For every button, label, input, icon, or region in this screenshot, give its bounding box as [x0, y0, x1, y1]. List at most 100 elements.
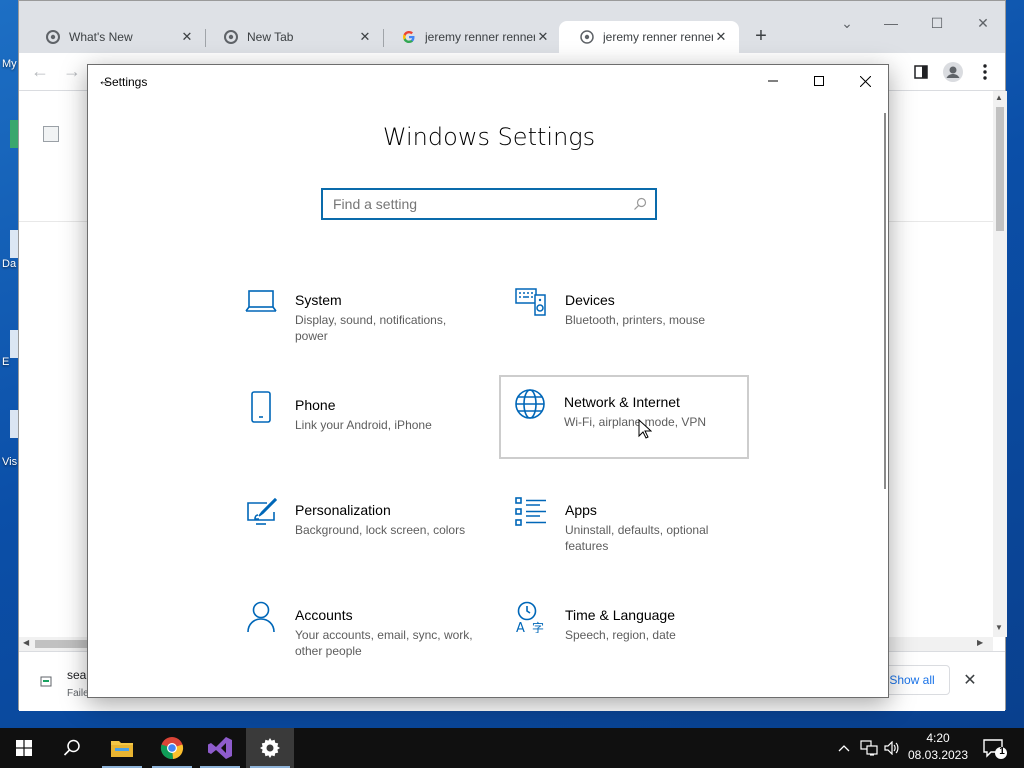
tab-close-icon[interactable]: ✕ [179, 29, 195, 45]
category-personalization[interactable]: Personalization Background, lock screen,… [230, 483, 480, 567]
tab-title: What's New [69, 30, 133, 44]
tab-active-search[interactable]: jeremy renner renner ✕ [559, 21, 739, 53]
notification-count-badge: 1 [999, 746, 1005, 757]
maximize-icon[interactable] [796, 65, 842, 97]
forward-icon[interactable]: → [61, 61, 83, 83]
download-status: Faile [67, 688, 89, 699]
svg-text:A: A [516, 621, 525, 633]
category-network-internet[interactable]: Network & Internet Wi-Fi, airplane mode,… [499, 375, 749, 459]
chrome-icon [223, 29, 239, 45]
tab-close-icon[interactable]: ✕ [357, 29, 373, 45]
desktop-label-4[interactable]: Vis [2, 456, 17, 468]
person-icon [244, 600, 278, 634]
tab-google-search[interactable]: jeremy renner renner ✕ [381, 21, 561, 53]
search-box[interactable] [321, 188, 657, 220]
search-icon [634, 197, 647, 210]
category-apps[interactable]: Apps Uninstall, defaults, optional featu… [500, 483, 750, 567]
category-devices[interactable]: Devices Bluetooth, printers, mouse [500, 273, 750, 357]
volume-icon[interactable] [882, 728, 902, 768]
scroll-down-arrow-icon[interactable]: ▼ [995, 623, 1003, 632]
settings-scrollbar[interactable] [884, 113, 886, 489]
search-input[interactable] [323, 190, 655, 218]
chrome-taskbar-button[interactable] [148, 728, 196, 768]
vertical-scrollbar[interactable]: ▲ ▼ [993, 91, 1007, 637]
start-button[interactable] [0, 728, 48, 768]
category-description: Display, sound, notifications, power [295, 313, 447, 343]
menu-kebab-icon[interactable] [975, 62, 995, 82]
category-name: Devices [565, 292, 615, 308]
network-icon[interactable] [858, 728, 880, 768]
new-tab-button[interactable]: + [749, 25, 773, 49]
settings-taskbar-button[interactable] [246, 728, 294, 768]
category-description: Your accounts, email, sync, work, other … [295, 628, 473, 658]
time-language-icon: A字 [514, 600, 548, 634]
chrome-icon [160, 737, 184, 760]
gear-icon [260, 738, 280, 758]
windows-logo-icon [16, 740, 32, 756]
taskbar: 4:20 08.03.2023 1 [0, 728, 1024, 768]
scroll-up-arrow-icon[interactable]: ▲ [995, 93, 1003, 102]
category-description: Wi-Fi, airplane mode, VPN [564, 415, 707, 429]
category-name: Time & Language [565, 607, 675, 623]
category-description: Link your Android, iPhone [295, 418, 432, 432]
close-icon[interactable] [842, 65, 888, 97]
tab-close-icon[interactable]: ✕ [535, 29, 551, 45]
category-phone[interactable]: Phone Link your Android, iPhone [230, 378, 480, 462]
minimize-icon[interactable] [750, 65, 796, 97]
apps-list-icon [514, 495, 548, 529]
laptop-icon [244, 285, 278, 319]
category-description: Background, lock screen, colors [295, 523, 466, 537]
google-icon [401, 29, 417, 45]
category-system[interactable]: System Display, sound, notifications, po… [230, 273, 480, 357]
scroll-left-arrow-icon[interactable]: ◀ [23, 638, 29, 647]
window-title: Settings [104, 75, 148, 89]
taskbar-clock[interactable]: 4:20 08.03.2023 [900, 730, 976, 766]
category-name: Personalization [295, 502, 391, 518]
category-accounts[interactable]: Accounts Your accounts, email, sync, wor… [230, 588, 480, 672]
tab-close-icon[interactable]: ✕ [713, 29, 729, 45]
clock-date: 08.03.2023 [907, 748, 969, 762]
tab-whats-new[interactable]: What's New ✕ [25, 21, 205, 53]
tab-title: jeremy renner renner [425, 30, 535, 44]
action-center-button[interactable]: 1 [980, 734, 1008, 762]
close-download-shelf-icon[interactable]: ✕ [960, 670, 980, 690]
tab-search-icon[interactable]: ⌄ [835, 15, 859, 35]
clock-time: 4:20 [926, 731, 950, 745]
show-hidden-icons-chevron-icon[interactable] [836, 728, 852, 768]
search-icon [63, 739, 80, 756]
globe-icon [579, 29, 595, 45]
profile-avatar-icon[interactable] [943, 62, 963, 82]
category-time-language[interactable]: A字 Time & Language Speech, region, date [500, 588, 750, 672]
tab-new-tab[interactable]: New Tab ✕ [203, 21, 383, 53]
category-name: Apps [565, 502, 597, 518]
category-name: System [295, 292, 342, 308]
search-button[interactable] [48, 728, 96, 768]
tab-title: New Tab [247, 30, 294, 44]
reading-list-icon[interactable] [911, 62, 931, 82]
broken-image-icon [43, 126, 59, 142]
scrollbar-thumb[interactable] [996, 107, 1004, 231]
visual-studio-button[interactable] [196, 728, 244, 768]
back-icon[interactable]: ← [29, 61, 51, 83]
page-title: Windows Settings [382, 123, 596, 151]
svg-text:字: 字 [532, 620, 544, 633]
mouse-cursor-icon [638, 419, 652, 439]
category-name: Network & Internet [564, 394, 680, 410]
desktop-label-1[interactable]: My [2, 58, 17, 70]
globe-icon [513, 387, 547, 421]
maximize-icon[interactable]: ☐ [925, 15, 949, 35]
close-icon[interactable]: ✕ [971, 15, 995, 35]
scroll-right-arrow-icon[interactable]: ▶ [977, 638, 983, 647]
settings-window: ← Settings Windows Settings System Displ… [87, 64, 889, 698]
category-description: Uninstall, defaults, optional features [565, 523, 709, 553]
download-file-icon[interactable] [39, 674, 53, 688]
desktop-label-3[interactable]: E [2, 356, 9, 368]
desktop-label-2[interactable]: Da [2, 258, 16, 270]
tab-title: jeremy renner renner [603, 30, 713, 44]
download-filename[interactable]: sea [67, 668, 86, 682]
phone-icon [244, 390, 278, 424]
visual-studio-icon [208, 737, 232, 759]
category-description: Bluetooth, printers, mouse [565, 313, 706, 327]
file-explorer-button[interactable] [98, 728, 146, 768]
minimize-icon[interactable]: — [879, 15, 903, 35]
